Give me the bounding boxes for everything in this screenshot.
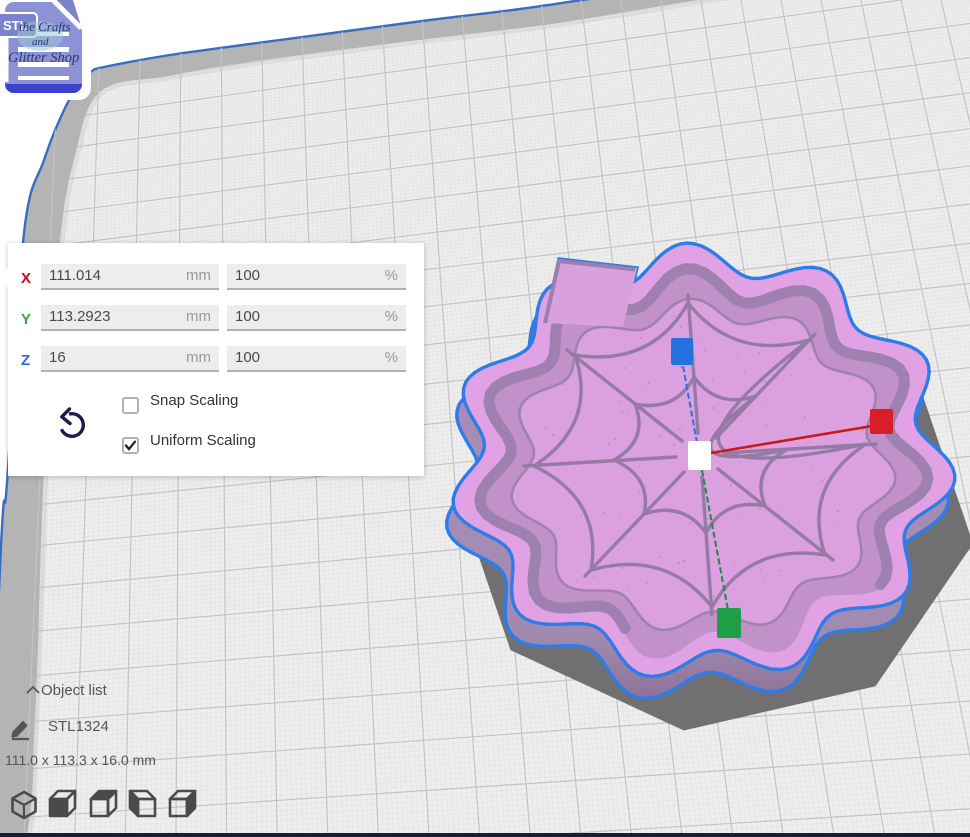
svg-text:Glitter Shop: Glitter Shop	[8, 50, 79, 66]
svg-text:and: and	[32, 36, 49, 48]
svg-text:the Crafts: the Crafts	[19, 19, 71, 34]
